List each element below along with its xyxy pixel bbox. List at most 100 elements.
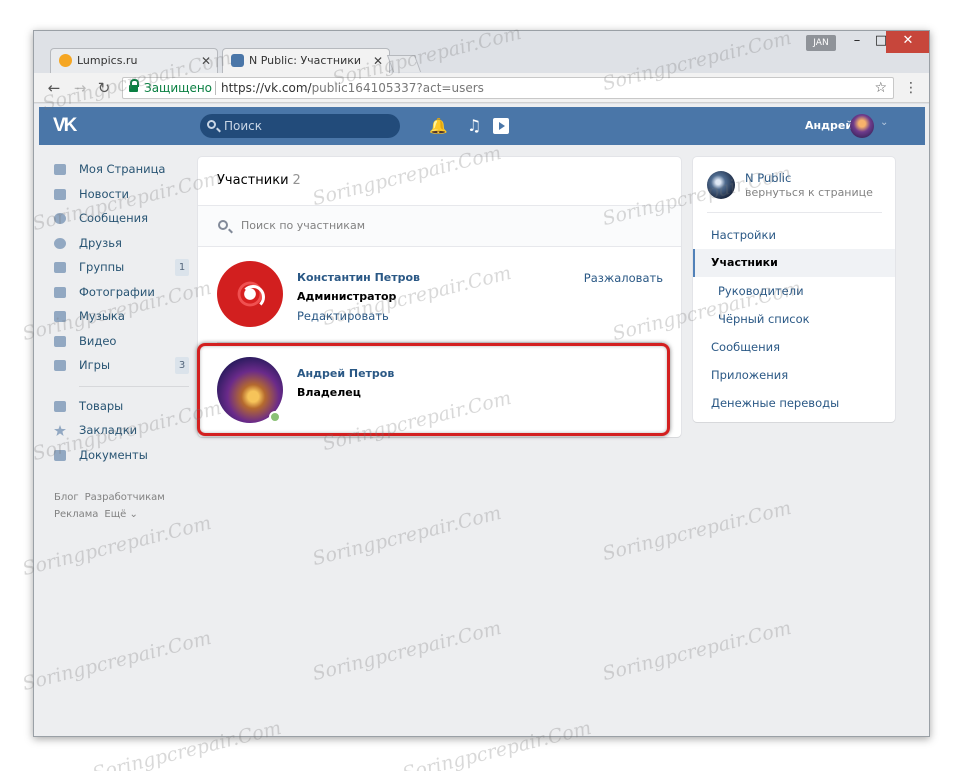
video-icon <box>54 335 66 347</box>
edit-member-link[interactable]: Редактировать <box>297 309 389 323</box>
lock-icon <box>129 79 139 93</box>
footer-link-developers[interactable]: Разработчикам <box>85 492 165 503</box>
vk-header: VK Поиск 🔔 ♫ Андрей ⌄ <box>39 107 925 145</box>
sidebar-item-news[interactable]: Новости <box>54 182 189 207</box>
highlight-frame <box>197 343 670 436</box>
friends-icon <box>54 237 66 249</box>
group-name[interactable]: N Public <box>745 171 791 185</box>
sidebar-item-my-page[interactable]: Моя Страница <box>54 157 189 182</box>
home-icon <box>54 164 66 175</box>
sidebar-item-label: Моя Страница <box>79 162 166 176</box>
tab-title: Lumpics.ru <box>77 54 138 67</box>
right-panel: N Public вернуться к странице Настройки … <box>693 157 895 422</box>
sidebar-item-games[interactable]: Игры 3 <box>54 353 189 378</box>
member-avatar[interactable] <box>217 261 283 327</box>
sidebar-item-label: Сообщения <box>79 211 149 225</box>
url-host: https://vk.com/ <box>221 81 312 95</box>
reload-button[interactable]: ↻ <box>94 78 114 98</box>
play-icon[interactable] <box>493 118 509 134</box>
search-icon <box>207 120 216 129</box>
profile-badge[interactable]: JAN <box>806 35 836 51</box>
sidebar-item-label: Документы <box>79 447 148 462</box>
page-title: Участники <box>217 173 289 188</box>
member-row: Константин Петров Администратор Редактир… <box>198 246 681 342</box>
footer-link-ads[interactable]: Реклама <box>54 509 98 520</box>
tab-close-icon[interactable]: ✕ <box>373 49 383 73</box>
sidebar-footer: Блог Разработчикам Реклама Ещё ⌄ <box>54 489 194 523</box>
sidebar-item-label: Новости <box>79 186 129 201</box>
page-viewport: VK Поиск 🔔 ♫ Андрей ⌄ Моя Страница Новос… <box>34 104 929 736</box>
sidebar-item-music[interactable]: Музыка <box>54 304 189 329</box>
sidebar-item-groups[interactable]: Группы 1 <box>54 255 189 280</box>
sidebar-item-messages[interactable]: Сообщения <box>54 206 189 231</box>
games-count-badge: 3 <box>175 357 189 374</box>
tab-n-public[interactable]: N Public: Участники ✕ <box>222 48 390 73</box>
news-icon <box>54 188 66 200</box>
menu-item-messages[interactable]: Сообщения <box>693 333 895 361</box>
footer-link-blog[interactable]: Блог <box>54 492 79 503</box>
url-text[interactable]: https://vk.com/public164105337?act=users <box>221 78 484 98</box>
menu-item-label: Чёрный список <box>718 312 810 326</box>
sidebar-item-friends[interactable]: Друзья <box>54 231 189 256</box>
sidebar-item-documents[interactable]: Документы <box>54 443 189 468</box>
menu-item-label: Участники <box>711 256 778 269</box>
sidebar-item-goods[interactable]: Товары <box>54 394 189 419</box>
notifications-bell-icon[interactable]: 🔔 <box>429 117 448 135</box>
sidebar-item-bookmarks[interactable]: Закладки <box>54 418 189 443</box>
tab-close-icon[interactable]: ✕ <box>201 49 211 73</box>
footer-link-more[interactable]: Ещё ⌄ <box>104 509 137 520</box>
close-window-button[interactable]: ✕ <box>886 31 929 53</box>
music-note-icon[interactable]: ♫ <box>467 116 481 135</box>
forward-button[interactable]: → <box>70 78 90 98</box>
bag-icon <box>54 400 66 412</box>
sidebar-item-label: Музыка <box>79 309 125 323</box>
tab-lumpics[interactable]: Lumpics.ru ✕ <box>50 48 218 73</box>
browser-menu-icon[interactable]: ⋮ <box>904 80 918 96</box>
secure-label: Защищено <box>144 81 213 95</box>
sidebar-item-label: Игры <box>79 358 111 372</box>
sidebar-divider <box>79 385 189 387</box>
address-bar[interactable]: Защищено https://vk.com/public164105337?… <box>122 77 894 99</box>
browser-window: Lumpics.ru ✕ N Public: Участники ✕ JAN –… <box>33 30 930 737</box>
sidebar-item-photos[interactable]: Фотографии <box>54 280 189 305</box>
chevron-down-icon[interactable]: ⌄ <box>880 117 888 128</box>
menu-item-label: Настройки <box>711 228 776 242</box>
groups-icon <box>54 262 66 273</box>
menu-item-apps[interactable]: Приложения <box>693 361 895 389</box>
groups-count-badge: 1 <box>175 259 189 276</box>
back-button[interactable]: ← <box>44 78 64 98</box>
music-icon <box>54 311 66 322</box>
menu-item-label: Денежные переводы <box>711 396 840 410</box>
messages-icon <box>54 213 66 224</box>
url-divider <box>215 81 216 95</box>
members-search-placeholder: Поиск по участникам <box>241 219 365 232</box>
vk-search-placeholder: Поиск <box>224 119 263 133</box>
members-count: 2 <box>292 173 301 188</box>
search-icon <box>218 220 228 230</box>
star-icon <box>54 425 66 436</box>
bookmark-star-icon[interactable]: ☆ <box>874 78 887 98</box>
menu-item-managers[interactable]: Руководители <box>693 277 895 305</box>
sidebar-item-video[interactable]: Видео <box>54 329 189 354</box>
divider <box>707 212 882 213</box>
member-role: Администратор <box>297 290 397 303</box>
menu-item-money-transfers[interactable]: Денежные переводы <box>693 389 895 417</box>
browser-toolbar: ← → ↻ Защищено https://vk.com/public1641… <box>34 73 929 103</box>
left-sidebar: Моя Страница Новости Сообщения Друзья Гр… <box>54 157 189 467</box>
back-to-page-link[interactable]: вернуться к странице <box>745 186 873 199</box>
menu-item-settings[interactable]: Настройки <box>693 221 895 249</box>
member-name[interactable]: Константин Петров <box>297 271 420 284</box>
group-avatar[interactable] <box>707 171 735 199</box>
header-user-name[interactable]: Андрей <box>805 119 853 132</box>
menu-item-members[interactable]: Участники <box>693 249 895 277</box>
header-avatar[interactable] <box>850 114 874 138</box>
vk-search-input[interactable]: Поиск <box>200 114 400 138</box>
sidebar-item-label: Видео <box>79 333 117 348</box>
demote-link[interactable]: Разжаловать <box>584 271 663 285</box>
lumpics-favicon-icon <box>59 54 72 67</box>
vk-logo[interactable]: VK <box>53 115 77 137</box>
menu-item-blacklist[interactable]: Чёрный список <box>693 305 895 333</box>
new-tab-button[interactable] <box>386 55 422 72</box>
members-search-input[interactable]: Поиск по участникам <box>198 206 681 246</box>
camera-icon <box>54 286 66 298</box>
